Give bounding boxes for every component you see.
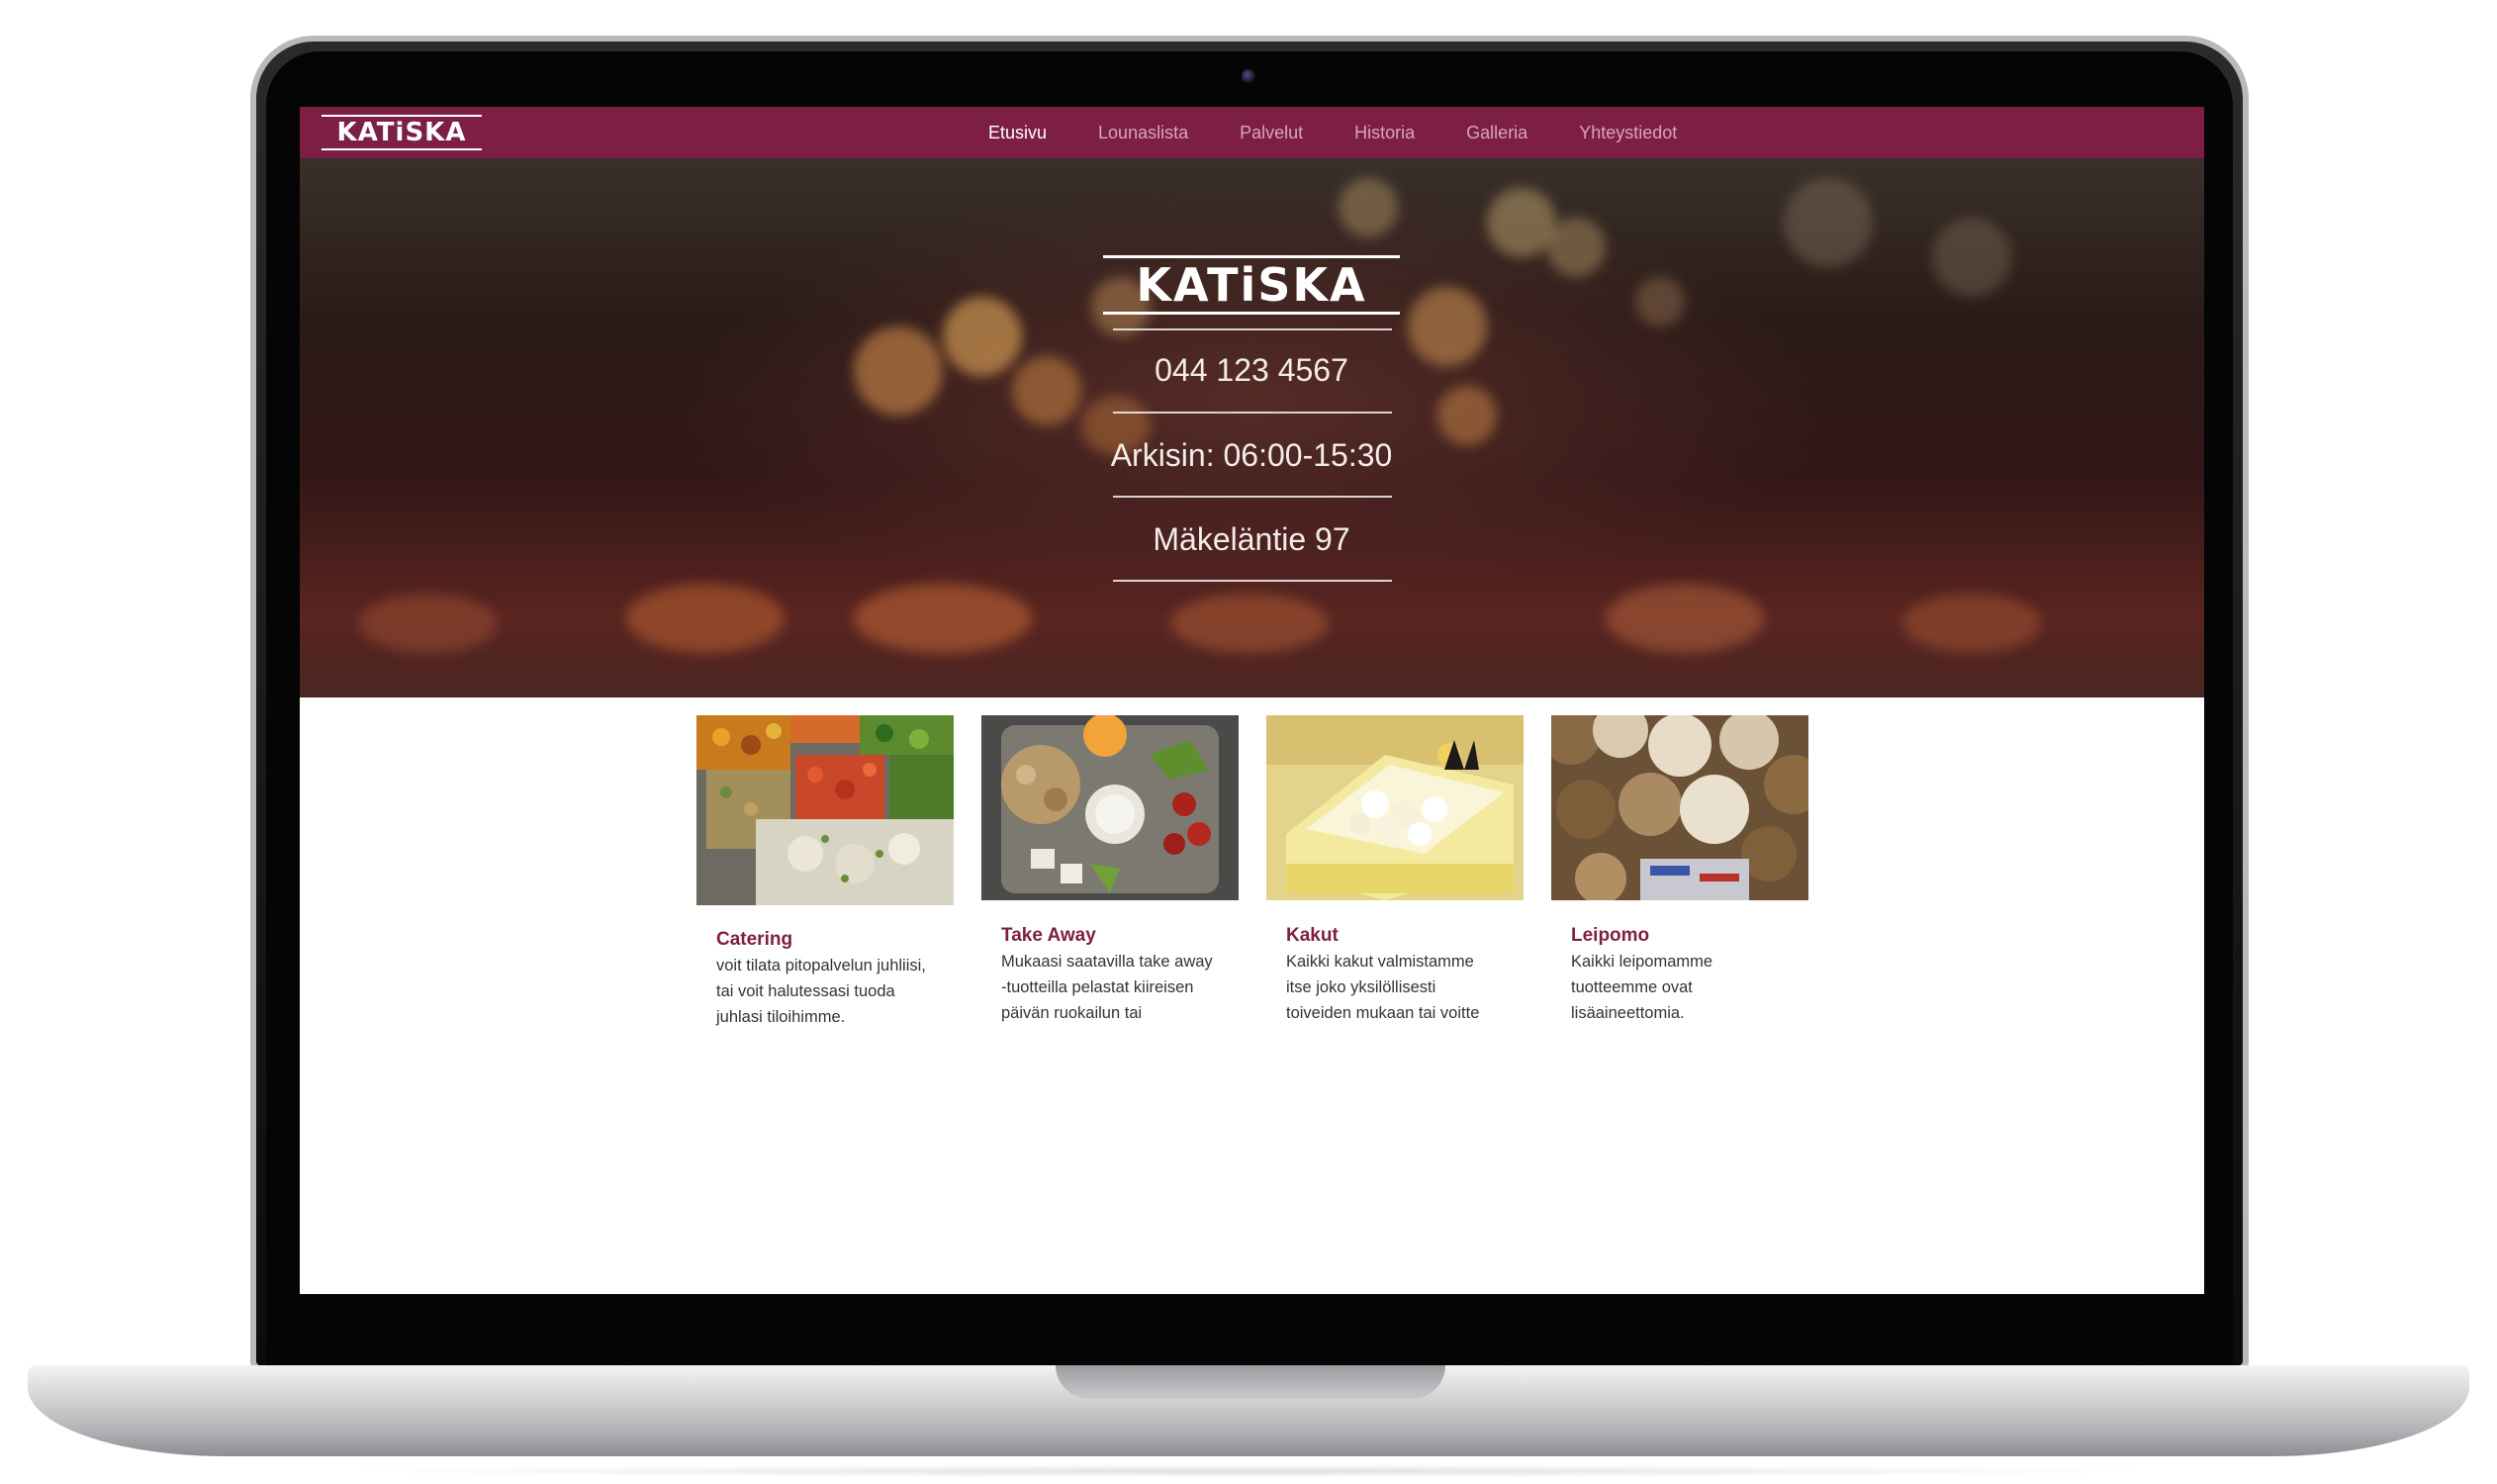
card-title[interactable]: Catering	[716, 929, 792, 951]
bread-rolls-image[interactable]	[1551, 715, 1808, 900]
nav-item-palvelut[interactable]: Palvelut	[1240, 123, 1303, 143]
hero-logo: KATiSKA	[1103, 255, 1400, 315]
service-card-take-away[interactable]: Take Away Mukaasi saatavilla take away -…	[981, 715, 1239, 1032]
hero-hours: Arkisin: 06:00-15:30	[1110, 437, 1393, 473]
nav-item-yhteystiedot[interactable]: Yhteystiedot	[1579, 123, 1677, 143]
card-text: Kaikki leipomamme tuotteemme ovat lisäai…	[1571, 953, 1713, 1022]
hero-address: Mäkeläntie 97	[1153, 521, 1350, 557]
nav-item-etusivu[interactable]: Etusivu	[988, 123, 1047, 143]
laptop-notch	[1056, 1365, 1445, 1399]
nav-item-historia[interactable]: Historia	[1354, 123, 1415, 143]
hero-content: KATiSKA 044 123 4567 Arkisin: 06:00-15:3…	[300, 158, 2204, 697]
hero-divider	[1113, 412, 1392, 414]
card-text: Mukaasi saatavilla take away -tuotteilla…	[1001, 953, 1213, 1022]
card-text: voit tilata pitopalvelun juhliisi, tai v…	[716, 957, 926, 1026]
salad-trays-image[interactable]	[696, 715, 954, 905]
card-title[interactable]: Leipomo	[1571, 925, 1649, 947]
card-text: Kaikki kakut valmistamme itse joko yksil…	[1286, 953, 1480, 1022]
navbar: KATiSKA Etusivu Lounaslista Palvelut His…	[300, 107, 2204, 158]
service-card-catering[interactable]: Catering voit tilata pitopalvelun juhlii…	[696, 715, 954, 1032]
website-screen: KATiSKA Etusivu Lounaslista Palvelut His…	[300, 107, 2204, 1294]
card-title[interactable]: Kakut	[1286, 925, 1339, 947]
service-card-kakut[interactable]: Kakut Kaikki kakut valmistamme itse joko…	[1266, 715, 1524, 1032]
main-nav: Etusivu Lounaslista Palvelut Historia Ga…	[988, 107, 1728, 158]
camera-icon	[1242, 69, 1255, 83]
hero-banner: KATiSKA 044 123 4567 Arkisin: 06:00-15:3…	[300, 158, 2204, 697]
hero-divider	[1113, 496, 1392, 498]
site-logo[interactable]: KATiSKA	[322, 115, 482, 150]
service-card-leipomo[interactable]: Leipomo Kaikki leipomamme tuotteemme ova…	[1551, 715, 1808, 1032]
hero-divider	[1113, 328, 1392, 330]
card-title[interactable]: Take Away	[1001, 925, 1096, 947]
take-away-meal-image[interactable]	[981, 715, 1239, 900]
nav-item-galleria[interactable]: Galleria	[1466, 123, 1527, 143]
cake-image[interactable]	[1266, 715, 1524, 900]
laptop-shadow	[326, 1464, 2167, 1478]
hero-divider	[1113, 580, 1392, 582]
hero-phone[interactable]: 044 123 4567	[1054, 350, 1449, 390]
nav-item-lounaslista[interactable]: Lounaslista	[1098, 123, 1188, 143]
